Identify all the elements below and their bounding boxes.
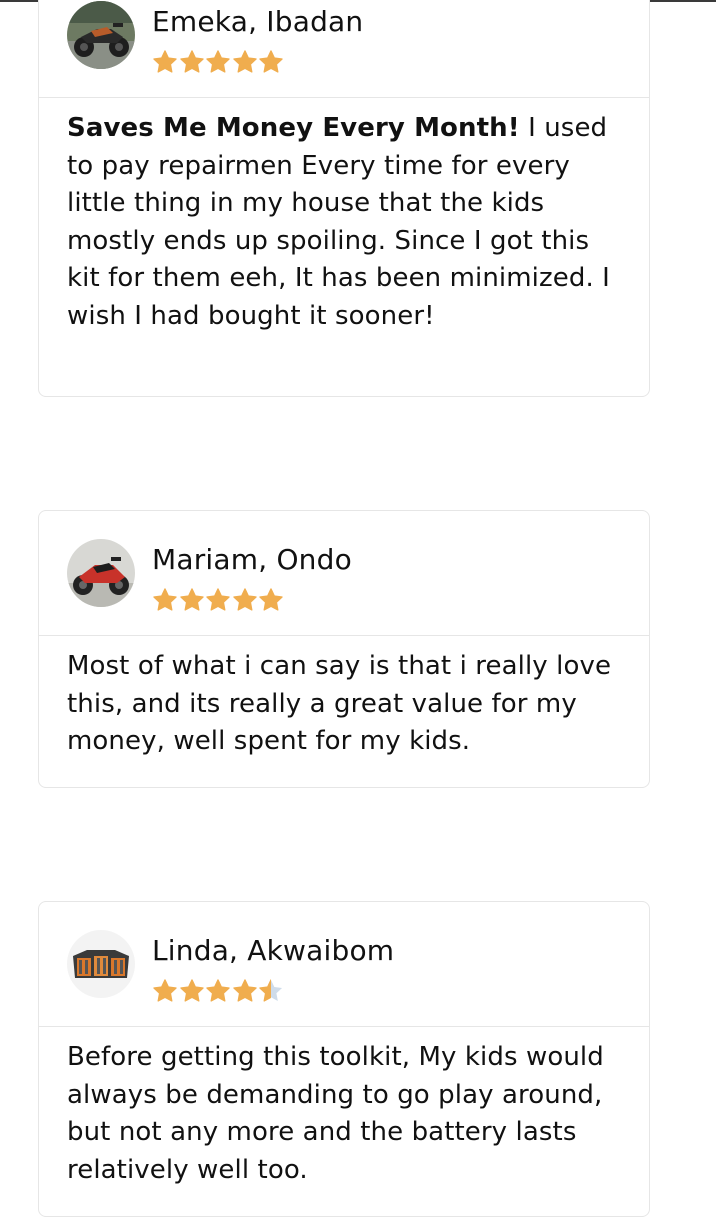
review-body: I used to pay repairmen Every time for e… (67, 113, 610, 331)
star-icon (153, 50, 177, 73)
star-icon (259, 979, 283, 1002)
reviewer-avatar (67, 1, 135, 69)
review-text: Saves Me Money Every Month! I used to pa… (39, 98, 649, 335)
review-card: Mariam, Ondo Most of what i can say is t… (38, 510, 650, 788)
star-icon (206, 50, 230, 73)
reviewer-name: Linda, Akwaibom (152, 934, 395, 967)
review-card: Linda, Akwaibom Before getting this tool… (38, 901, 650, 1217)
star-rating (152, 978, 285, 1006)
review-card: Emeka, Ibadan Saves Me Money Every Month… (38, 0, 650, 397)
motorcycle-photo-icon (67, 539, 135, 607)
review-header: Linda, Akwaibom (39, 902, 649, 1027)
toolbox-photo-icon (67, 930, 135, 998)
reviewer-name: Emeka, Ibadan (152, 5, 364, 38)
star-rating (152, 587, 285, 615)
reviewer-name: Mariam, Ondo (152, 543, 352, 576)
star-icon (232, 50, 257, 73)
review-text: Before getting this toolkit, My kids wou… (39, 1027, 649, 1189)
review-header: Mariam, Ondo (39, 511, 649, 636)
review-body: Most of what i can say is that i really … (67, 651, 612, 756)
star-icon (232, 979, 257, 1002)
star-icon (153, 979, 177, 1002)
star-rating (152, 49, 285, 77)
review-text: Most of what i can say is that i really … (39, 636, 649, 761)
star-icon (179, 50, 204, 73)
review-headline: Saves Me Money Every Month! (67, 113, 520, 143)
star-icon (259, 50, 283, 73)
review-header: Emeka, Ibadan (39, 0, 649, 98)
star-icon (179, 979, 204, 1002)
star-icon (259, 588, 283, 611)
star-icon (153, 588, 177, 611)
reviewer-avatar (67, 930, 135, 998)
star-icon (206, 588, 230, 611)
motorcycle-photo-icon (67, 1, 135, 69)
star-icon (232, 588, 257, 611)
review-body: Before getting this toolkit, My kids wou… (67, 1042, 604, 1185)
reviewer-avatar (67, 539, 135, 607)
star-icon (179, 588, 204, 611)
star-icon (206, 979, 230, 1002)
